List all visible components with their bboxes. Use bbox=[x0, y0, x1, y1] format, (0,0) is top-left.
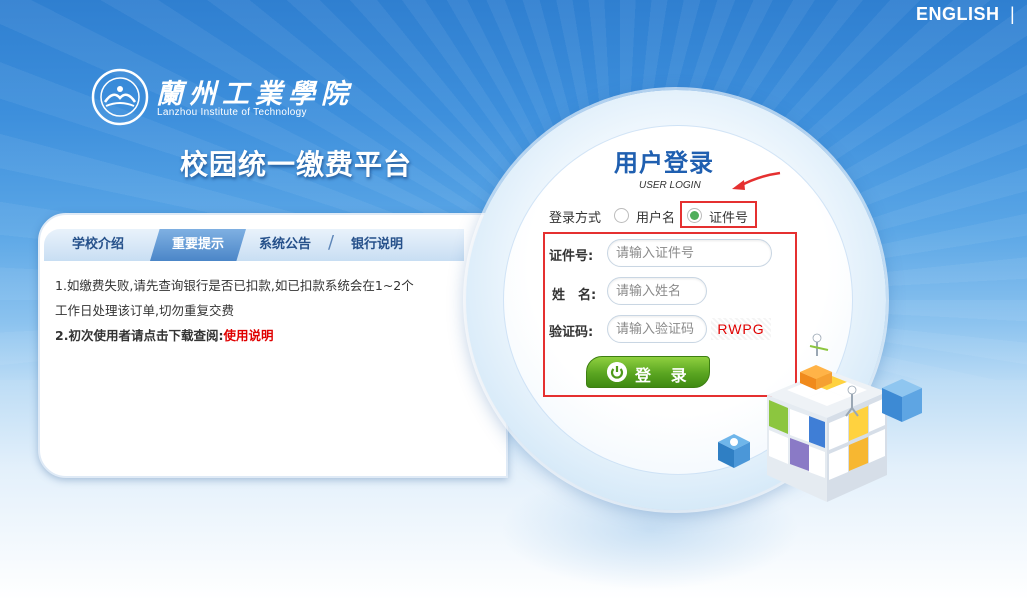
captcha-label: 验证码: bbox=[549, 325, 594, 340]
login-subtitle: USER LOGIN bbox=[639, 180, 701, 191]
radio-username[interactable] bbox=[614, 208, 629, 223]
name-input[interactable] bbox=[607, 277, 707, 305]
user-guide-link[interactable]: 使用说明 bbox=[223, 328, 273, 343]
english-link[interactable]: ENGLISH bbox=[916, 4, 1000, 25]
id-number-input[interactable] bbox=[607, 239, 772, 267]
decorative-cube-icon bbox=[718, 333, 922, 502]
notice-line-3-text: 2.初次使用者请点击下载查阅: bbox=[55, 328, 224, 343]
tab-bank-instructions[interactable]: 银行说明 bbox=[342, 229, 412, 261]
notice-line-3: 2.初次使用者请点击下载查阅:使用说明 bbox=[55, 325, 273, 344]
captcha-input[interactable] bbox=[607, 315, 707, 343]
school-name-en: Lanzhou Institute of Technology bbox=[157, 107, 307, 118]
id-number-label: 证件号: bbox=[549, 249, 594, 264]
radio-username-label[interactable]: 用户名 bbox=[636, 207, 675, 226]
login-mode-label: 登录方式 bbox=[549, 211, 602, 226]
tab-school-intro[interactable]: 学校介绍 bbox=[58, 229, 138, 261]
login-power-icon bbox=[607, 362, 627, 382]
tab-divider: / bbox=[328, 232, 335, 253]
platform-title: 校园统一缴费平台 bbox=[180, 148, 413, 181]
tab-system-announcement[interactable]: 系统公告 bbox=[250, 229, 320, 261]
school-emblem-icon bbox=[91, 68, 149, 126]
tab-important-notice[interactable]: 重要提示 bbox=[150, 229, 246, 261]
school-name-zh: 蘭州工業學院 bbox=[156, 79, 354, 110]
header-separator: | bbox=[1010, 4, 1015, 24]
login-button[interactable] bbox=[586, 356, 710, 388]
notice-line-2: 工作日处理该订单,切勿重复交费 bbox=[55, 303, 234, 318]
red-arrow-icon bbox=[732, 171, 781, 190]
login-title: 用户登录 bbox=[614, 149, 714, 177]
highlight-box-mode bbox=[680, 201, 757, 228]
notice-line-1: 1.如缴费失败,请先查询银行是否已扣款,如已扣款系统会在1~2个 bbox=[55, 278, 414, 293]
name-label: 姓 名: bbox=[552, 288, 597, 303]
